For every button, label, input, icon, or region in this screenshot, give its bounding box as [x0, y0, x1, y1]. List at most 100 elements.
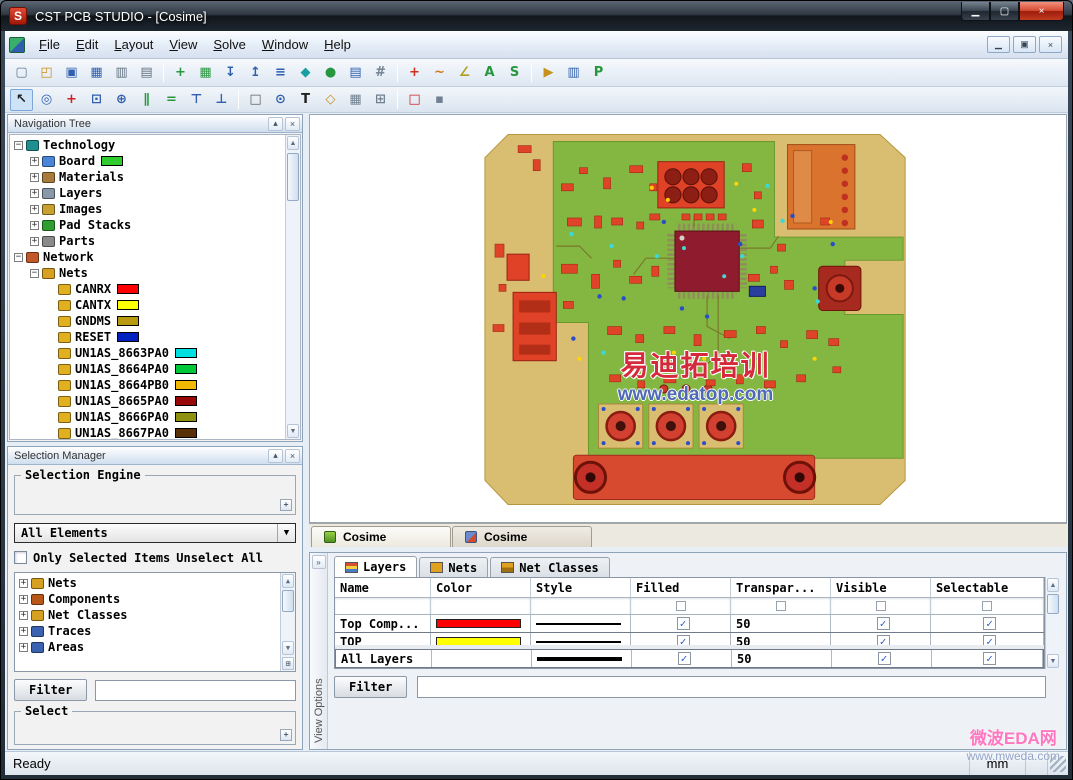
layer-filled-cell[interactable]: ✓ — [632, 650, 732, 667]
scrollbar-track[interactable] — [282, 589, 294, 640]
close-button[interactable]: × — [1019, 2, 1064, 21]
layer-color-cell[interactable] — [431, 615, 531, 632]
tree-item-components[interactable]: + Components — [15, 591, 280, 607]
distribute-vertical-button[interactable]: = — [160, 89, 183, 111]
layers-filter-input[interactable] — [417, 676, 1046, 698]
align-bottom-button[interactable]: ⊥ — [210, 89, 233, 111]
print-button[interactable]: ▤ — [135, 62, 158, 84]
expand-icon[interactable]: + — [19, 610, 28, 620]
scrollbar-thumb[interactable] — [1047, 594, 1059, 614]
only-selected-checkbox[interactable] — [14, 551, 27, 564]
expand-group-button[interactable]: + — [280, 729, 292, 741]
text-tool-button[interactable]: T — [294, 89, 317, 111]
menu-layout[interactable]: Layout — [106, 34, 161, 55]
new-file-button[interactable]: ▢ — [10, 62, 33, 84]
filter-cell-name[interactable] — [335, 598, 431, 614]
scrollbar-track[interactable] — [1047, 593, 1059, 653]
tree-item-net-classes[interactable]: + Net Classes — [15, 607, 280, 623]
tree-item-un1as-8667pa0[interactable]: UN1AS_8667PA0 — [10, 425, 285, 439]
view-options-strip[interactable]: » View Options — [310, 553, 328, 749]
scroll-up-icon[interactable]: ▲ — [282, 574, 294, 588]
import-data-button[interactable]: ↧ — [219, 62, 242, 84]
filter-button[interactable]: Filter — [14, 679, 88, 701]
filter-cell-color[interactable] — [431, 598, 531, 614]
expand-icon[interactable]: + — [19, 642, 28, 652]
expand-icon[interactable]: + — [30, 188, 39, 198]
filter-box[interactable] — [875, 601, 886, 611]
expand-icon[interactable]: + — [30, 220, 39, 230]
scrollbar-thumb[interactable] — [287, 153, 299, 201]
column-header-filled[interactable]: Filled — [631, 578, 731, 597]
snap-settings-button[interactable]: ⊞ — [369, 89, 392, 111]
all-layers-row[interactable]: All Layers ✓ 50 ✓ ✓ — [335, 649, 1044, 668]
start-solver-button[interactable]: ▶ — [537, 62, 560, 84]
tree-item-network[interactable]: − Network — [10, 249, 285, 265]
collapse-icon[interactable]: − — [30, 268, 39, 278]
collapse-icon[interactable]: − — [14, 252, 23, 262]
layer-stackup-button[interactable]: ≡ — [269, 62, 292, 84]
canvas-tab-2[interactable]: Cosime — [452, 526, 592, 547]
expand-icon[interactable]: + — [30, 156, 39, 166]
column-header-name[interactable]: Name — [335, 578, 431, 597]
menu-view[interactable]: View — [161, 34, 205, 55]
scroll-down-icon[interactable]: ▼ — [282, 641, 294, 655]
elements-dropdown[interactable]: All Elements ▼ — [14, 523, 296, 543]
pin-panel-button[interactable]: ▴ — [268, 116, 283, 131]
measure-angle-button[interactable]: ∠ — [453, 62, 476, 84]
checkbox-checked[interactable]: ✓ — [876, 617, 890, 630]
filter-input[interactable] — [95, 679, 296, 701]
menu-solve[interactable]: Solve — [205, 34, 254, 55]
layer-color-cell[interactable] — [432, 650, 532, 667]
new-board-button[interactable]: ▦ — [194, 62, 217, 84]
dimension-tool-button[interactable]: ◇ — [319, 89, 342, 111]
layers-button[interactable]: ▤ — [344, 62, 367, 84]
add-part-button[interactable]: + — [403, 62, 426, 84]
pin-panel-button[interactable]: ▴ — [268, 448, 283, 463]
menu-edit[interactable]: Edit — [68, 34, 106, 55]
filter-cell-visible[interactable] — [831, 598, 931, 614]
filter-box[interactable] — [982, 601, 992, 611]
expand-icon[interactable]: + — [19, 626, 28, 636]
area-tool-button[interactable]: □ — [403, 89, 426, 111]
layer-selectable-cell[interactable]: ✓ — [931, 633, 1044, 645]
layers-filter-button[interactable]: Filter — [334, 676, 408, 698]
close-panel-button[interactable]: × — [285, 116, 300, 131]
layer-selectable-cell[interactable]: ✓ — [932, 650, 1043, 667]
pan-board-button[interactable]: + — [169, 62, 192, 84]
tree-item-parts[interactable]: + Parts — [10, 233, 285, 249]
unselect-all-button[interactable]: Unselect All — [176, 551, 263, 565]
tab-net-classes[interactable]: Net Classes — [490, 557, 610, 577]
layer-transparency-cell[interactable]: 50 — [731, 615, 831, 632]
grid-settings-button[interactable]: ▦ — [344, 89, 367, 111]
tree-item-board[interactable]: + Board — [10, 153, 285, 169]
scrollbar-thumb[interactable] — [282, 590, 294, 612]
layer-color-cell[interactable] — [431, 633, 531, 645]
mesh-view-button[interactable]: # — [369, 62, 392, 84]
layer-filled-cell[interactable]: ✓ — [631, 615, 731, 632]
layer-style-cell[interactable] — [531, 633, 631, 645]
layers-table-scrollbar[interactable]: ▲ ▼ — [1045, 577, 1060, 669]
select-rectangle-button[interactable]: □ — [244, 89, 267, 111]
distribute-horizontal-button[interactable]: ∥ — [135, 89, 158, 111]
column-header-selectable[interactable]: Selectable — [931, 578, 1044, 597]
tab-nets[interactable]: Nets — [419, 557, 489, 577]
expand-icon[interactable]: + — [30, 204, 39, 214]
mdi-close-button[interactable]: × — [1039, 36, 1062, 53]
open-file-button[interactable]: ◰ — [35, 62, 58, 84]
menu-window[interactable]: Window — [254, 34, 316, 55]
expand-group-button[interactable]: + — [280, 499, 292, 511]
collapse-icon[interactable]: − — [14, 140, 23, 150]
scrollbar-track[interactable] — [287, 151, 299, 423]
minimize-button[interactable]: ▁ — [961, 2, 990, 21]
globe-view-button[interactable]: ● — [319, 62, 342, 84]
layer-selectable-cell[interactable]: ✓ — [931, 615, 1044, 632]
pan-tool-button[interactable]: ⊕ — [110, 89, 133, 111]
move-tool-button[interactable]: + — [60, 89, 83, 111]
checkbox-checked[interactable]: ✓ — [677, 652, 691, 665]
pick-point-button[interactable]: ⊙ — [269, 89, 292, 111]
scroll-up-icon[interactable]: ▲ — [1047, 578, 1059, 592]
tree-item-traces[interactable]: + Traces — [15, 623, 280, 639]
select-tool-button[interactable]: ↖ — [10, 88, 33, 111]
route-wire-button[interactable]: ~ — [428, 62, 451, 84]
filter-box[interactable] — [675, 601, 686, 611]
